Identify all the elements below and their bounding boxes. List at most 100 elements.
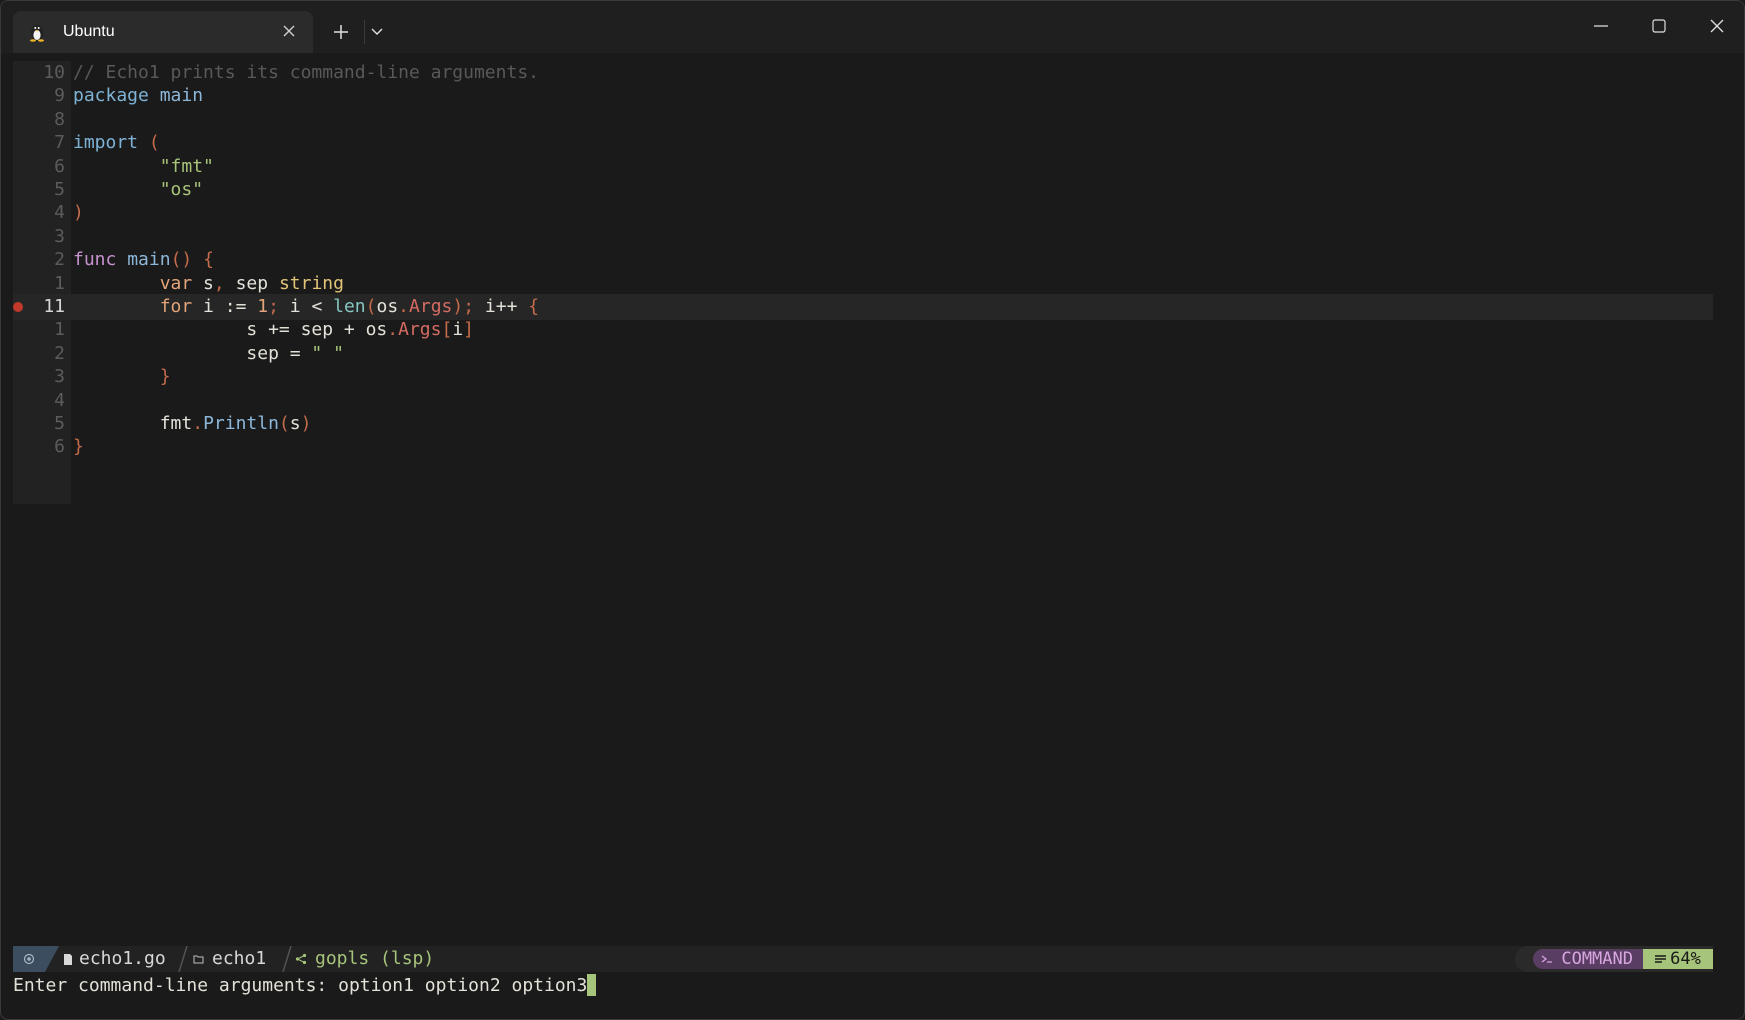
lsp-segment: gopls (lsp) [295,946,434,972]
line-number: 9 [54,85,65,107]
command-input[interactable]: option1 option2 option3 [338,975,587,996]
code-line[interactable]: 2 sep = " " [13,341,1713,367]
code-token: main [127,249,171,271]
maximize-icon[interactable] [1630,1,1688,51]
code-text: // Echo1 prints its command-line argumen… [73,60,539,86]
code-token: s [192,272,214,294]
file-segment: echo1.go [63,946,166,972]
code-token: i++ [474,296,529,317]
code-token: sep = [73,342,312,364]
line-number: 5 [54,413,65,434]
code-token: i := [192,296,258,317]
line-number: 10 [43,62,65,83]
command-prompt: Enter command-line arguments: [13,975,339,996]
code-text: s += sep + os.Args[i] [73,317,474,343]
code-token: ( [365,296,377,317]
code-token: Args [409,296,453,317]
code-token: . [387,319,399,341]
code-token: // Echo1 prints its command-line argumen… [73,62,539,83]
code-line[interactable]: 5 fmt.Println(s) [13,411,1713,437]
close-icon[interactable] [1688,1,1744,51]
line-number: 6 [54,155,65,177]
code-token: ( [148,132,160,154]
code-token: package [73,85,149,107]
code-token: "os" [159,179,204,200]
code-token: " " [311,342,344,364]
code-token: fmt [73,413,193,434]
minimize-icon[interactable] [1572,1,1630,51]
code-line[interactable]: 4) [13,200,1713,226]
mode-badge: COMMAND [1533,949,1643,969]
code-line[interactable]: 11 for i := 1; i < len(os.Args); i++ { [13,294,1713,320]
code-text: } [73,434,84,460]
code-text: for i := 1; i < len(os.Args); i++ { [73,294,539,320]
code-token: ) [73,202,84,224]
code-line[interactable]: 1 var s, sep string [13,271,1713,297]
line-number: 4 [54,202,65,224]
code-line[interactable]: 9 package main [13,83,1713,109]
code-token: [ [441,319,453,341]
text-cursor [587,974,597,996]
code-line[interactable]: 2 func main() { [13,247,1713,273]
code-token: s [289,413,301,434]
code-token: () [170,249,193,271]
tab-title: Ubuntu [63,23,115,40]
code-token: ; [268,296,279,317]
tab-ubuntu[interactable]: Ubuntu [13,11,313,53]
code-line[interactable]: 4 [13,388,1713,414]
folder-segment: echo1 [193,946,266,972]
code-token: os [376,296,399,317]
code-line[interactable]: 6 "fmt" [13,154,1713,180]
line-number: 1 [54,319,65,341]
code-line[interactable]: 3 } [13,364,1713,390]
lsp-name: gopls (lsp) [315,948,435,969]
line-number: 2 [54,342,65,364]
folder-icon [193,954,204,964]
chevron-down-icon[interactable] [359,15,395,49]
separator-slash [45,946,59,972]
code-line[interactable]: 10 // Echo1 prints its command-line argum… [13,60,1713,86]
code-text: "os" [73,177,203,203]
line-number: 4 [54,389,65,411]
code-line[interactable]: 8 [13,107,1713,133]
code-line[interactable]: 6} [13,434,1713,460]
code-text: ) [73,200,84,226]
close-icon[interactable] [279,21,299,41]
code-line[interactable]: 7 import ( [13,130,1713,156]
separator-slash [178,946,188,972]
mode-indicator [13,946,45,972]
code-text: "fmt" [73,154,214,180]
scroll-percent: 64% [1670,949,1701,969]
status-line: echo1.go echo1 gopls (lsp) COMMAND 64% [13,946,1713,972]
code-token: i [452,319,464,341]
code-line[interactable]: 5 "os" [13,177,1713,203]
file-name: echo1.go [79,948,166,969]
code-token: Args [398,319,442,341]
code-token: } [73,436,84,458]
lines-icon [1655,954,1667,964]
code-token: for [159,296,193,317]
command-line[interactable]: Enter command-line arguments: option1 op… [13,972,1713,1000]
code-line[interactable]: 3 [13,224,1713,250]
code-line[interactable]: 1 s += sep + os.Args[i] [13,317,1713,343]
line-number: 11 [43,296,65,317]
line-number: 3 [54,366,65,388]
code-token: Println [203,413,279,434]
code-text: package main [73,83,203,109]
title-bar: Ubuntu [1,1,1744,53]
code-token: { [203,249,214,271]
code-text: func main() { [73,247,214,273]
line-number: 1 [54,272,65,294]
code-editor[interactable]: 10 // Echo1 prints its command-line argum… [13,61,1713,946]
scroll-percent-badge: 64% [1643,949,1713,969]
plus-icon[interactable] [323,15,359,49]
code-text: fmt.Println(s) [73,411,312,437]
code-token: var [159,272,193,294]
